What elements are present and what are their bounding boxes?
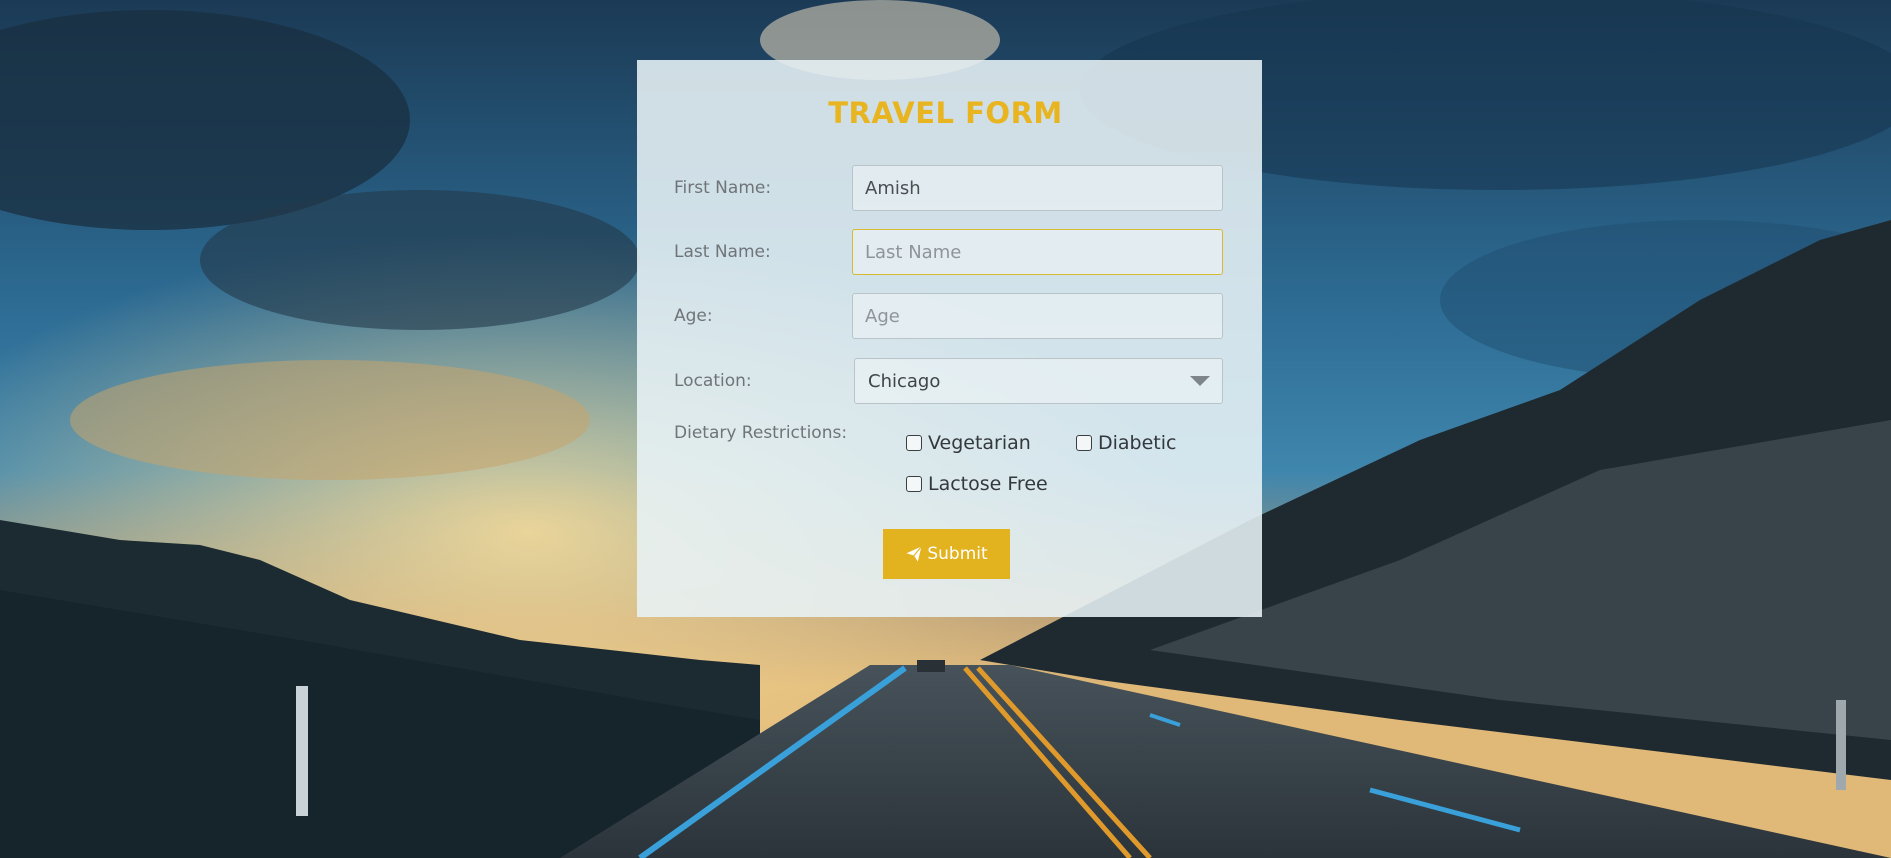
vegetarian-option[interactable]: Vegetarian (906, 432, 1031, 454)
lactose-free-option[interactable]: Lactose Free (906, 473, 1048, 495)
submit-label: Submit (927, 544, 988, 564)
diabetic-option[interactable]: Diabetic (1076, 432, 1176, 454)
dietary-restrictions-label: Dietary Restrictions: (674, 423, 848, 443)
location-selected-value: Chicago (868, 371, 941, 392)
vegetarian-checkbox[interactable] (906, 435, 922, 451)
vegetarian-label: Vegetarian (928, 432, 1031, 454)
lactose-free-label: Lactose Free (928, 473, 1048, 495)
age-input[interactable] (852, 293, 1223, 339)
location-select[interactable]: Chicago (854, 358, 1223, 404)
paper-plane-icon (905, 545, 923, 563)
last-name-label: Last Name: (674, 242, 771, 262)
first-name-label: First Name: (674, 178, 772, 198)
chevron-down-icon (1190, 376, 1210, 386)
submit-button[interactable]: Submit (883, 529, 1010, 579)
age-label: Age: (674, 306, 713, 326)
lactose-free-checkbox[interactable] (906, 476, 922, 492)
last-name-input[interactable] (852, 229, 1223, 275)
form-title: TRAVEL FORM (828, 96, 1063, 130)
location-label: Location: (674, 371, 752, 391)
diabetic-checkbox[interactable] (1076, 435, 1092, 451)
diabetic-label: Diabetic (1098, 432, 1177, 454)
first-name-input[interactable] (852, 165, 1223, 211)
